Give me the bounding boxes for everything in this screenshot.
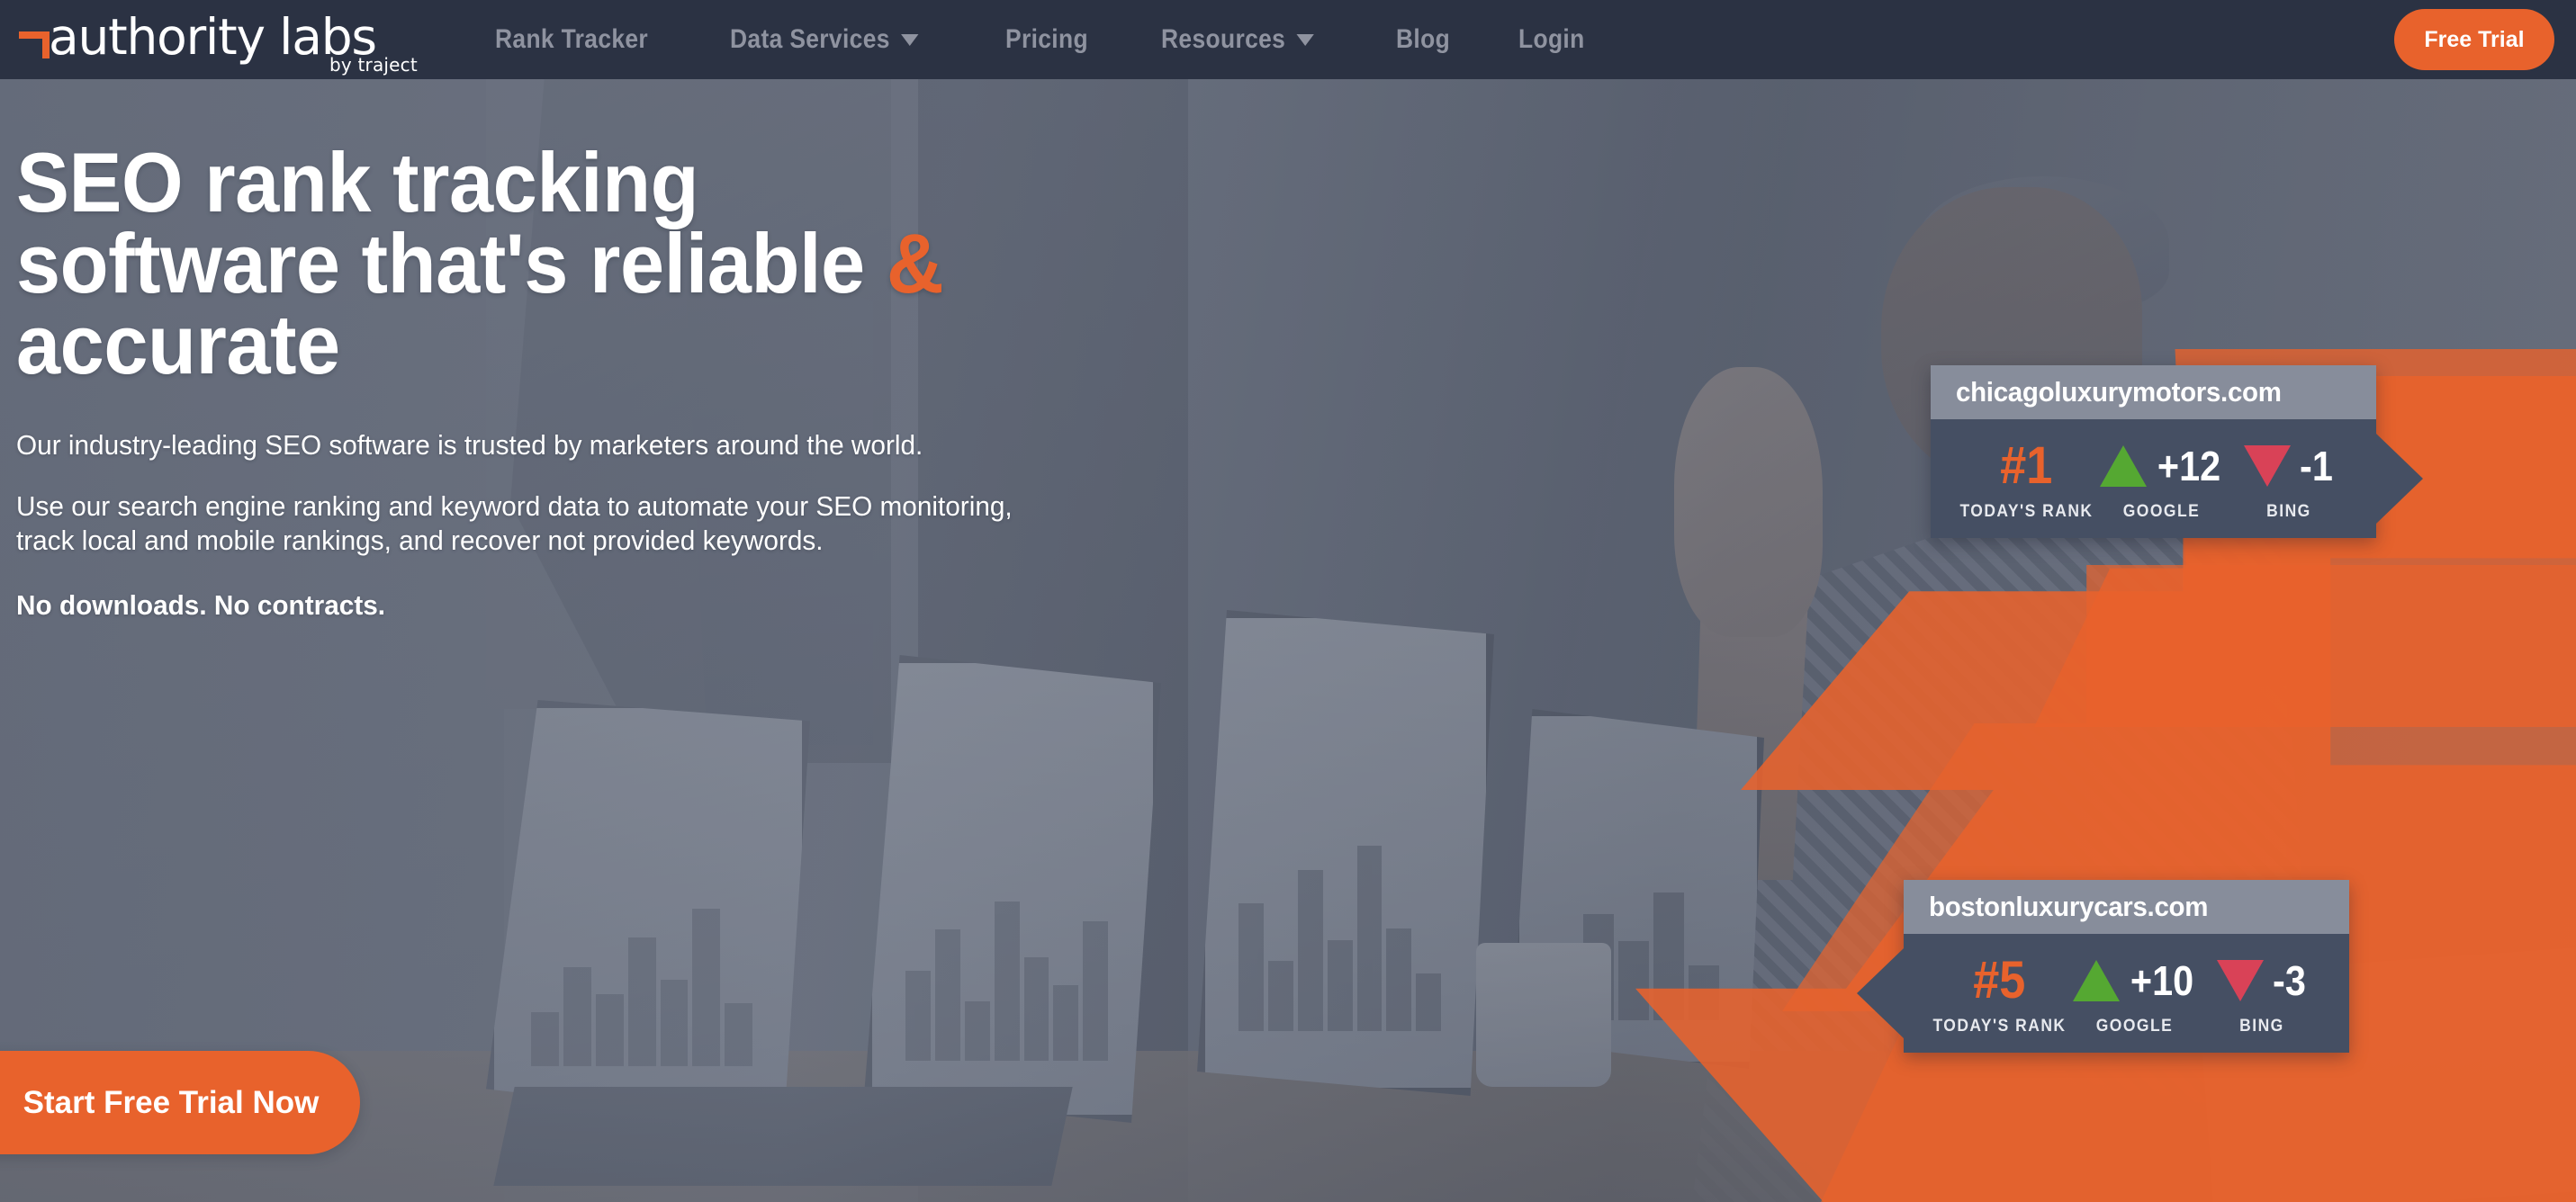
site-header: authority labs by traject Rank Tracker D… — [0, 0, 2576, 79]
google-delta-value: +12 — [2157, 443, 2220, 489]
page-title: SEO rank tracking software that's reliab… — [16, 140, 1285, 387]
nav-label: Data Services — [730, 24, 891, 54]
landing-page: authority labs by traject Rank Tracker D… — [0, 0, 2576, 1202]
primary-nav: Rank Tracker Data Services Pricing Resou… — [495, 24, 1594, 55]
nav-item-blog[interactable]: Blog — [1396, 24, 1450, 55]
logo[interactable]: authority labs by traject — [16, 0, 439, 79]
bing-metric-label: BING — [2239, 1017, 2285, 1036]
rank-card-domain: chicagoluxurymotors.com — [1956, 376, 2282, 408]
rank-card-body: #5 TODAY'S RANK +10 GOOGLE -3 BING — [1857, 934, 2349, 1053]
rank-card-tail — [2376, 434, 2423, 524]
hero-tagline: No downloads. No contracts. — [16, 589, 386, 621]
rank-card-tail — [1857, 948, 1904, 1038]
nav-label: Login — [1518, 24, 1585, 54]
nav-item-login[interactable]: Login — [1518, 24, 1585, 55]
hero-paragraph-2-line-1: Use our search engine ranking and keywor… — [16, 490, 1013, 522]
google-metric: +10 GOOGLE — [2071, 950, 2199, 1036]
rank-metric-label: TODAY'S RANK — [1932, 1017, 2067, 1036]
rank-metric: #5 TODAY'S RANK — [1927, 950, 2071, 1036]
chevron-down-icon — [901, 33, 919, 46]
hero-paragraph-2: Use our search engine ranking and keywor… — [16, 489, 1312, 558]
chevron-down-icon — [1296, 33, 1314, 46]
triangle-down-icon — [2243, 445, 2291, 487]
google-metric: +12 GOOGLE — [2098, 435, 2226, 522]
headline-ampersand: & — [886, 216, 944, 310]
corner-bracket-icon — [19, 31, 50, 58]
hero-copy: SEO rank tracking software that's reliab… — [16, 140, 1366, 623]
logo-tagline: by traject — [329, 54, 418, 76]
rank-value: #1 — [1999, 436, 2053, 495]
triangle-up-icon — [2072, 960, 2120, 1001]
bing-metric-label: BING — [2266, 502, 2312, 521]
bing-metric: -3 BING — [2199, 950, 2327, 1036]
rank-card-domain: bostonluxurycars.com — [1929, 891, 2209, 922]
triangle-up-icon — [2099, 445, 2147, 487]
start-free-trial-button[interactable]: Start Free Trial Now — [0, 1051, 360, 1154]
rank-value: #5 — [1972, 951, 2026, 1009]
rank-card-body: #1 TODAY'S RANK +12 GOOGLE -1 BING — [1931, 419, 2423, 538]
bing-delta-value: -1 — [2299, 443, 2333, 489]
triangle-down-icon — [2216, 960, 2264, 1001]
rank-card-header: chicagoluxurymotors.com — [1931, 365, 2376, 419]
bing-delta-value: -3 — [2272, 957, 2306, 1004]
rank-metric: #1 TODAY'S RANK — [1954, 435, 2098, 522]
bing-metric: -1 BING — [2226, 435, 2354, 522]
hero-paragraph-2-line-2: track local and mobile rankings, and rec… — [16, 525, 824, 556]
logo-wordmark: authority labs — [49, 8, 377, 66]
google-metric-label: GOOGLE — [2122, 502, 2201, 521]
hero-section: SEO rank tracking software that's reliab… — [0, 79, 2576, 1202]
headline-line-3: accurate — [16, 297, 340, 391]
hero-paragraph-1: Our industry-leading SEO software is tru… — [16, 429, 923, 461]
free-trial-button[interactable]: Free Trial — [2394, 9, 2554, 70]
google-delta-value: +10 — [2130, 957, 2193, 1004]
nav-label: Pricing — [1005, 24, 1089, 54]
rank-card: bostonluxurycars.com #5 TODAY'S RANK +10… — [1857, 880, 2349, 1053]
rank-metric-label: TODAY'S RANK — [1959, 502, 2094, 521]
nav-item-rank-tracker[interactable]: Rank Tracker — [495, 24, 648, 55]
google-metric-label: GOOGLE — [2095, 1017, 2174, 1036]
nav-item-resources[interactable]: Resources — [1161, 24, 1314, 55]
nav-label: Resources — [1160, 24, 1285, 54]
nav-label: Rank Tracker — [495, 24, 649, 54]
rank-card-header: bostonluxurycars.com — [1904, 880, 2349, 934]
rank-card: chicagoluxurymotors.com #1 TODAY'S RANK … — [1931, 365, 2423, 538]
nav-item-pricing[interactable]: Pricing — [1005, 24, 1088, 55]
nav-label: Blog — [1395, 24, 1450, 54]
nav-item-data-services[interactable]: Data Services — [730, 24, 919, 55]
